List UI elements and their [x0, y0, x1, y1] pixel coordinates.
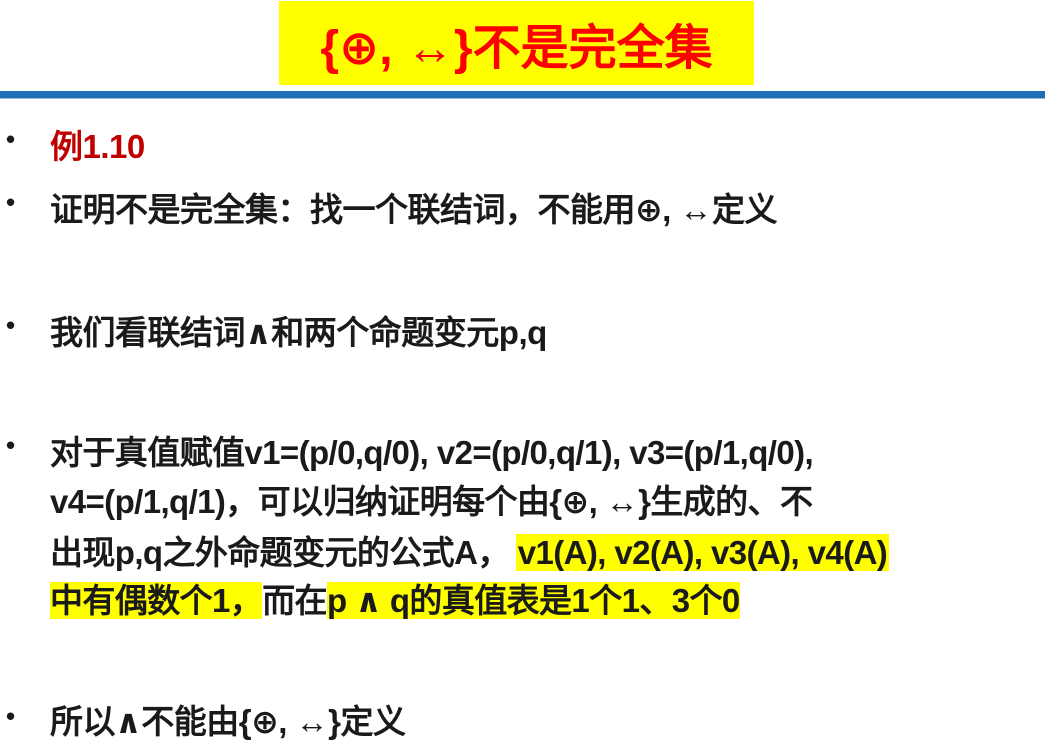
example-label: 例1.10 — [50, 128, 145, 165]
highlight-truth-table: p ∧ q的真值表是1个1、3个0 — [326, 582, 740, 619]
bullet-4-line-2: v4=(p/1,q/1)，可以归纳证明每个由{⊕, ↔}生成的、不 — [50, 483, 813, 520]
title-divider — [0, 91, 1045, 98]
bullet-marker-5: • — [6, 701, 16, 731]
highlight-valuations: v1(A), v2(A), v3(A), v4(A) — [515, 534, 890, 571]
bullet-marker-2: • — [6, 187, 16, 217]
bullet-marker-1: • — [6, 124, 16, 154]
bullet-text-3: 我们看联结词∧和两个命题变元p,q — [50, 314, 547, 351]
page-title: {⊕, ↔}不是完全集 — [320, 22, 713, 75]
bullet-marker-3: • — [6, 310, 16, 340]
bullet-4-line-3: 出现p,q之外命题变元的公式A， v1(A), v2(A), v3(A), v4(… — [50, 526, 890, 574]
bullet-4-line-4: 中有偶数个1，而在p ∧ q的真值表是1个1、3个0 — [50, 574, 740, 622]
bullet-4-line-3-plain: 出现p,q之外命题变元的公式A， — [50, 534, 510, 571]
title-divider-shadow — [0, 98, 1045, 99]
title-banner: {⊕, ↔}不是完全集 — [279, 1, 754, 85]
bullet-4-line-4-plain: 而在 — [262, 582, 327, 619]
bullet-marker-4: • — [6, 430, 16, 460]
highlight-even-count: 中有偶数个1， — [50, 582, 263, 619]
bullet-4-line-1: 对于真值赋值v1=(p/0,q/0), v2=(p/0,q/1), v3=(p/… — [50, 434, 814, 471]
bullet-text-5: 所以∧不能由{⊕, ↔}定义 — [50, 703, 406, 740]
bullet-text-2: 证明不是完全集：找一个联结词，不能用⊕, ↔定义 — [50, 191, 778, 228]
